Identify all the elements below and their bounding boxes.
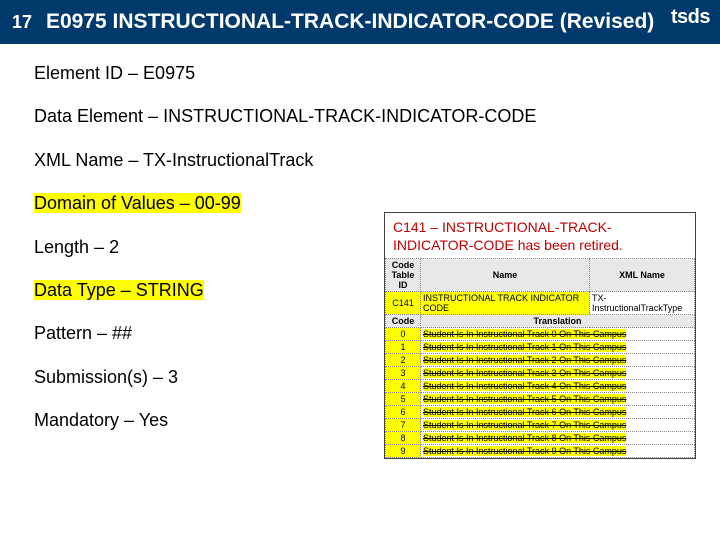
cell-code-table-id: C141 [386,292,421,315]
retired-note: C141 – INSTRUCTIONAL-TRACK-INDICATOR-COD… [385,213,695,258]
code-cell: 8 [386,432,421,445]
code-row: 7Student Is In Instructional Track 7 On … [386,419,695,432]
code-row: 8Student Is In Instructional Track 8 On … [386,432,695,445]
cell-xml: TX-InstructionalTrackType [590,292,695,315]
prop-label: Data Type – [34,280,136,300]
translation-text: Student Is In Instructional Track 7 On T… [423,420,626,430]
code-table-subheader-row: Code Translation [386,315,695,328]
code-row: 3Student Is In Instructional Track 3 On … [386,367,695,380]
prop-label: Data Element – [34,106,163,126]
code-row: 4Student Is In Instructional Track 4 On … [386,380,695,393]
prop-value: TX-InstructionalTrack [143,150,313,170]
prop-label: Pattern – [34,323,112,343]
prop-value: ## [112,323,132,343]
prop-data-type: Data Type – STRING [34,279,334,302]
code-table: Code Table ID Name XML Name C141 INSTRUC… [385,258,695,458]
prop-value: 2 [109,237,119,257]
code-row: 9Student Is In Instructional Track 9 On … [386,445,695,458]
translation-cell: Student Is In Instructional Track 8 On T… [421,432,695,445]
highlight: Data Type – STRING [34,280,204,300]
prop-mandatory: Mandatory – Yes [34,409,334,432]
translation-text: Student Is In Instructional Track 5 On T… [423,394,626,404]
code-row: 2Student Is In Instructional Track 2 On … [386,354,695,367]
prop-element-id: Element ID – E0975 [34,62,686,85]
page-title: E0975 INSTRUCTIONAL-TRACK-INDICATOR-CODE… [46,10,654,34]
cell-name: INSTRUCTIONAL TRACK INDICATOR CODE [421,292,590,315]
retired-code-panel: C141 – INSTRUCTIONAL-TRACK-INDICATOR-COD… [384,212,696,459]
prop-label: Submission(s) – [34,367,168,387]
prop-length: Length – 2 [34,236,334,259]
code-row: 6Student Is In Instructional Track 6 On … [386,406,695,419]
translation-text: Student Is In Instructional Track 8 On T… [423,433,626,443]
th-code: Code [386,315,421,328]
th-translation: Translation [421,315,695,328]
th-code-table-id: Code Table ID [386,259,421,292]
code-cell: 2 [386,354,421,367]
translation-cell: Student Is In Instructional Track 9 On T… [421,445,695,458]
prop-domain: Domain of Values – 00-99 [34,192,334,215]
prop-value: 00-99 [195,193,241,213]
code-table-header-row: Code Table ID Name XML Name [386,259,695,292]
translation-cell: Student Is In Instructional Track 2 On T… [421,354,695,367]
prop-value: STRING [136,280,204,300]
prop-value: INSTRUCTIONAL-TRACK-INDICATOR-CODE [163,106,536,126]
translation-cell: Student Is In Instructional Track 4 On T… [421,380,695,393]
prop-label: Element ID – [34,63,143,83]
code-cell: 0 [386,328,421,341]
code-cell: 7 [386,419,421,432]
th-xml: XML Name [590,259,695,292]
prop-label: Domain of Values – [34,193,195,213]
translation-text: Student Is In Instructional Track 6 On T… [423,407,626,417]
slide-header: 17 E0975 INSTRUCTIONAL-TRACK-INDICATOR-C… [0,0,720,44]
translation-cell: Student Is In Instructional Track 3 On T… [421,367,695,380]
page-number: 17 [12,12,38,33]
prop-label: Length – [34,237,109,257]
translation-text: Student Is In Instructional Track 3 On T… [423,368,626,378]
translation-text: Student Is In Instructional Track 9 On T… [423,446,626,456]
prop-label: XML Name – [34,150,143,170]
translation-cell: Student Is In Instructional Track 0 On T… [421,328,695,341]
translation-cell: Student Is In Instructional Track 7 On T… [421,419,695,432]
code-row: 5Student Is In Instructional Track 5 On … [386,393,695,406]
translation-text: Student Is In Instructional Track 4 On T… [423,381,626,391]
translation-text: Student Is In Instructional Track 1 On T… [423,342,626,352]
code-cell: 1 [386,341,421,354]
code-cell: 3 [386,367,421,380]
prop-pattern: Pattern – ## [34,322,334,345]
translation-text: Student Is In Instructional Track 2 On T… [423,355,626,365]
code-cell: 6 [386,406,421,419]
code-row: 1Student Is In Instructional Track 1 On … [386,341,695,354]
prop-value: 3 [168,367,178,387]
prop-submissions: Submission(s) – 3 [34,366,334,389]
code-cell: 4 [386,380,421,393]
tsds-logo: tsds [671,6,710,29]
th-name: Name [421,259,590,292]
code-table-meta-row: C141 INSTRUCTIONAL TRACK INDICATOR CODE … [386,292,695,315]
prop-data-element: Data Element – INSTRUCTIONAL-TRACK-INDIC… [34,105,686,128]
prop-label: Mandatory – [34,410,139,430]
code-cell: 5 [386,393,421,406]
slide-body: Element ID – E0975 Data Element – INSTRU… [0,44,720,540]
translation-cell: Student Is In Instructional Track 6 On T… [421,406,695,419]
translation-text: Student Is In Instructional Track 0 On T… [423,329,626,339]
prop-value: Yes [139,410,168,430]
prop-value: E0975 [143,63,195,83]
translation-cell: Student Is In Instructional Track 1 On T… [421,341,695,354]
prop-xml-name: XML Name – TX-InstructionalTrack [34,149,686,172]
code-cell: 9 [386,445,421,458]
highlight: Domain of Values – 00-99 [34,193,241,213]
code-row: 0Student Is In Instructional Track 0 On … [386,328,695,341]
translation-cell: Student Is In Instructional Track 5 On T… [421,393,695,406]
